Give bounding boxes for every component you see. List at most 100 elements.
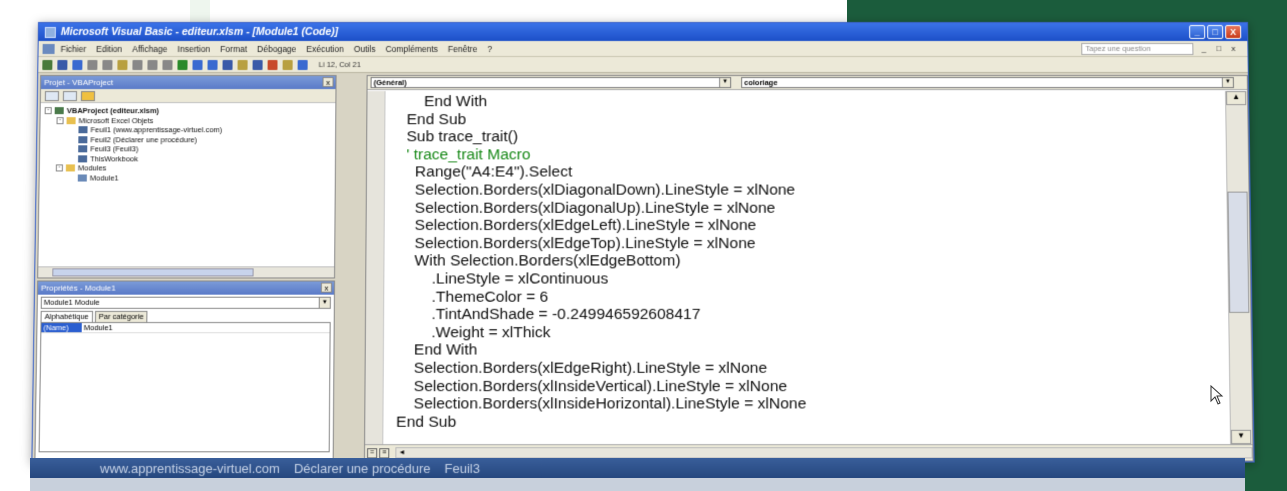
menu-debogage[interactable]: Débogage xyxy=(257,43,296,53)
break-icon[interactable] xyxy=(192,59,203,70)
object-combo[interactable]: (Général) ▼ xyxy=(370,77,732,89)
menu-fenetre[interactable]: Fenêtre xyxy=(448,43,477,53)
copy-icon[interactable] xyxy=(102,59,113,70)
code-line[interactable]: Selection.Borders(xlEdgeLeft).LineStyle … xyxy=(389,217,806,235)
code-line[interactable]: .TintAndShade = -0.249946592608417 xyxy=(388,306,806,324)
property-value[interactable]: Module1 xyxy=(82,323,113,332)
tree-toggle[interactable]: - xyxy=(55,164,63,172)
tree-item[interactable]: - Microsoft Excel Objets xyxy=(44,116,331,126)
code-vertical-scrollbar[interactable]: ▲ ▼ xyxy=(1225,91,1253,445)
chevron-down-icon[interactable]: ▼ xyxy=(318,297,330,308)
code-line[interactable]: Selection.Borders(xlEdgeTop).LineStyle =… xyxy=(389,235,806,253)
project-pane-scrollbar[interactable] xyxy=(38,266,335,278)
insert-userform-icon[interactable] xyxy=(57,59,68,70)
folder-icon xyxy=(65,164,75,172)
menu-insertion[interactable]: Insertion xyxy=(177,43,210,53)
chevron-down-icon[interactable]: ▼ xyxy=(1221,78,1233,88)
sheet-icon xyxy=(78,126,88,134)
tree-item[interactable]: Feuil3 (Feuil3) xyxy=(44,144,331,154)
system-menu-icon[interactable] xyxy=(42,43,55,54)
code-line[interactable]: End With xyxy=(389,93,805,111)
minimize-button[interactable]: _ xyxy=(1189,24,1206,39)
chevron-down-icon[interactable]: ▼ xyxy=(719,78,731,88)
code-editor[interactable]: End With End Sub Sub trace_trait() ' tra… xyxy=(365,91,1230,445)
title-bar[interactable]: Microsoft Visual Basic - editeur.xlsm - … xyxy=(38,22,1248,41)
view-code-icon[interactable] xyxy=(44,90,60,101)
save-icon[interactable] xyxy=(72,59,83,70)
scrollbar-thumb[interactable] xyxy=(52,268,254,277)
object-browser-icon[interactable] xyxy=(267,59,278,70)
properties-pane-close-button[interactable]: x xyxy=(320,282,332,293)
menu-affichage[interactable]: Affichage xyxy=(132,43,167,53)
code-line[interactable]: Selection.Borders(xlDiagonalDown).LineSt… xyxy=(389,182,806,200)
paste-icon[interactable] xyxy=(117,59,128,70)
redo-icon[interactable] xyxy=(162,59,173,70)
code-line[interactable]: End Sub xyxy=(389,111,805,129)
menu-fichier[interactable]: Fichier xyxy=(61,43,87,53)
reset-icon[interactable] xyxy=(207,59,218,70)
tree-toggle[interactable]: - xyxy=(44,107,52,115)
code-line[interactable]: Sub trace_trait() xyxy=(389,128,805,146)
menu-format[interactable]: Format xyxy=(220,43,247,53)
undo-icon[interactable] xyxy=(147,59,158,70)
sheet-tab[interactable]: www.apprentissage-virtuel.com xyxy=(100,461,280,476)
menu-complements[interactable]: Compléments xyxy=(385,43,438,53)
code-comment-line[interactable]: ' trace_trait Macro xyxy=(389,146,805,164)
code-line[interactable]: With Selection.Borders(xlEdgeBottom) xyxy=(388,253,805,271)
code-line[interactable]: Selection.Borders(xlInsideVertical).Line… xyxy=(388,377,807,395)
tree-item[interactable]: Module1 xyxy=(44,173,331,183)
code-line[interactable]: Range("A4:E4").Select xyxy=(389,164,805,182)
full-module-view-icon[interactable]: ≡ xyxy=(379,447,390,458)
toggle-folders-icon[interactable] xyxy=(80,90,96,101)
scrollbar-thumb[interactable] xyxy=(1227,191,1250,313)
run-icon[interactable] xyxy=(177,59,188,70)
find-icon[interactable] xyxy=(132,59,143,70)
code-line[interactable]: .ThemeColor = 6 xyxy=(388,288,806,306)
close-button[interactable]: X xyxy=(1225,24,1242,39)
help-icon[interactable] xyxy=(297,59,308,70)
menu-help[interactable]: ? xyxy=(487,43,492,53)
project-pane-close-button[interactable]: x xyxy=(322,77,334,88)
object-select[interactable]: Module1 Module ▼ xyxy=(40,296,331,309)
code-line[interactable]: .Weight = xlThick xyxy=(388,324,806,342)
sheet-tab[interactable]: Feuil3 xyxy=(444,461,479,476)
view-object-icon[interactable] xyxy=(62,90,78,101)
menu-outils[interactable]: Outils xyxy=(354,43,376,53)
procedure-combo[interactable]: coloriage ▼ xyxy=(741,77,1234,89)
code-margin[interactable] xyxy=(365,91,386,445)
menu-execution[interactable]: Exécution xyxy=(306,43,343,53)
code-line[interactable]: End Sub xyxy=(387,413,806,431)
restore-button[interactable]: □ xyxy=(1207,24,1224,39)
tab-alphabetique[interactable]: Alphabétique xyxy=(40,310,93,323)
scroll-down-icon[interactable]: ▼ xyxy=(1230,429,1252,445)
view-excel-icon[interactable] xyxy=(42,59,53,70)
properties-tabs: Alphabétique Par catégorie xyxy=(40,310,331,323)
code-horizontal-scrollbar[interactable]: ◄ xyxy=(395,447,1253,459)
sheet-tab[interactable]: Déclarer une procédure xyxy=(294,461,431,476)
menu-edition[interactable]: Edition xyxy=(96,43,122,53)
code-line[interactable]: End With xyxy=(388,342,806,360)
tree-item[interactable]: Feuil2 (Déclarer une procédure) xyxy=(44,135,331,145)
code-line[interactable]: Selection.Borders(xlDiagonalUp).LineStyl… xyxy=(389,199,806,217)
tree-toggle[interactable]: - xyxy=(56,116,64,124)
tree-item[interactable]: ThisWorkbook xyxy=(44,154,331,164)
tree-item[interactable]: Feuil1 (www.apprentissage-virtuel.com) xyxy=(44,125,331,135)
code-line[interactable]: .LineStyle = xlContinuous xyxy=(388,270,806,288)
scroll-up-icon[interactable]: ▲ xyxy=(1226,91,1247,106)
code-line[interactable]: Selection.Borders(xlInsideHorizontal).Li… xyxy=(388,395,807,413)
toolbox-icon[interactable] xyxy=(282,59,293,70)
cut-icon[interactable] xyxy=(87,59,98,70)
mdi-window-controls[interactable]: _ □ x xyxy=(1202,44,1240,53)
tree-item[interactable]: - Modules xyxy=(44,163,331,173)
tree-item[interactable]: - VBAProject (editeur.xlsm) xyxy=(44,106,332,116)
tab-par-categorie[interactable]: Par catégorie xyxy=(94,310,148,323)
properties-window-icon[interactable] xyxy=(252,59,263,70)
property-row[interactable]: (Name) Module1 xyxy=(41,323,330,334)
code-line[interactable]: Selection.Borders(xlEdgeRight).LineStyle… xyxy=(388,360,807,378)
question-input[interactable]: Tapez une question xyxy=(1081,42,1194,55)
project-explorer-icon[interactable] xyxy=(237,59,248,70)
procedure-view-icon[interactable]: = xyxy=(367,447,378,458)
code-text[interactable]: End With End Sub Sub trace_trait() ' tra… xyxy=(387,93,806,431)
design-mode-icon[interactable] xyxy=(222,59,233,70)
code-window-header: (Général) ▼ coloriage ▼ xyxy=(367,76,1248,91)
